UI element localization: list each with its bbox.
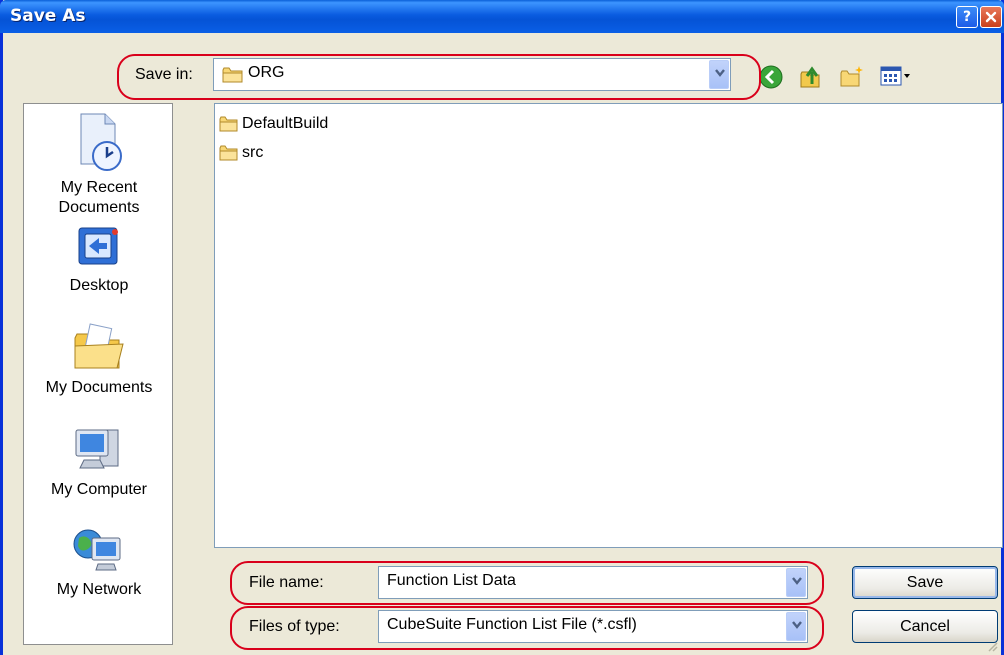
recent-documents-icon (80, 113, 122, 171)
help-button[interactable]: ? (956, 6, 978, 28)
cancel-button[interactable]: Cancel (852, 610, 998, 643)
file-name-text: src (242, 144, 264, 161)
file-type-dropdown[interactable]: CubeSuite Function List File (*.csfl) (378, 610, 808, 643)
places-item-my-computer[interactable]: My Computer (24, 424, 174, 500)
places-label: My Documents (45, 379, 153, 396)
save-as-dialog: Save As ? Save in: ORG My Recent Documen… (0, 0, 1004, 655)
desktop-icon (78, 227, 118, 265)
my-documents-icon (74, 323, 124, 369)
file-name-field[interactable]: Function List Data (378, 566, 808, 599)
folder-icon (222, 67, 243, 83)
up-one-level-icon[interactable] (798, 64, 824, 90)
chevron-down-icon (792, 621, 802, 629)
places-item-my-network[interactable]: My Network (24, 524, 174, 600)
close-button[interactable] (980, 6, 1002, 28)
folder-icon (219, 145, 238, 161)
views-menu-icon[interactable] (879, 64, 913, 90)
window-title: Save As (10, 6, 86, 26)
file-name-text: DefaultBuild (242, 115, 329, 132)
file-type-label: Files of type: (249, 618, 340, 635)
save-in-label: Save in: (135, 66, 193, 83)
places-item-recent-documents[interactable]: My Recent Documents (24, 112, 174, 218)
resize-grip-icon[interactable] (985, 639, 999, 653)
places-label: Documents (58, 199, 140, 216)
save-in-dropdown-arrow[interactable] (709, 60, 729, 89)
places-item-my-documents[interactable]: My Documents (24, 322, 174, 398)
file-name-dropdown-arrow[interactable] (786, 568, 806, 597)
save-in-value: ORG (248, 64, 285, 81)
close-icon (985, 11, 997, 23)
save-button[interactable]: Save (852, 566, 998, 599)
places-label: My Computer (50, 481, 148, 498)
list-item[interactable]: src (219, 143, 263, 163)
back-arrow-icon[interactable] (758, 64, 784, 90)
file-name-label: File name: (249, 574, 324, 591)
my-network-icon (73, 529, 121, 571)
places-item-desktop[interactable]: Desktop (24, 224, 174, 296)
save-in-dropdown[interactable]: ORG (213, 58, 731, 91)
places-label: Desktop (69, 277, 129, 294)
chevron-down-icon (715, 69, 725, 77)
places-bar: My Recent Documents Desktop My Documents (23, 103, 173, 645)
places-label: My Network (56, 581, 142, 598)
list-item[interactable]: DefaultBuild (219, 114, 328, 134)
file-type-value: CubeSuite Function List File (*.csfl) (387, 616, 637, 633)
file-type-dropdown-arrow[interactable] (786, 612, 806, 641)
folder-icon (219, 116, 238, 132)
file-list[interactable]: DefaultBuild src (214, 103, 1003, 548)
file-name-value: Function List Data (387, 572, 516, 589)
places-label: My Recent (60, 179, 138, 196)
chevron-down-icon (792, 577, 802, 585)
new-folder-icon[interactable] (839, 64, 865, 90)
title-bar[interactable]: Save As ? (0, 0, 1004, 33)
my-computer-icon (75, 429, 119, 469)
